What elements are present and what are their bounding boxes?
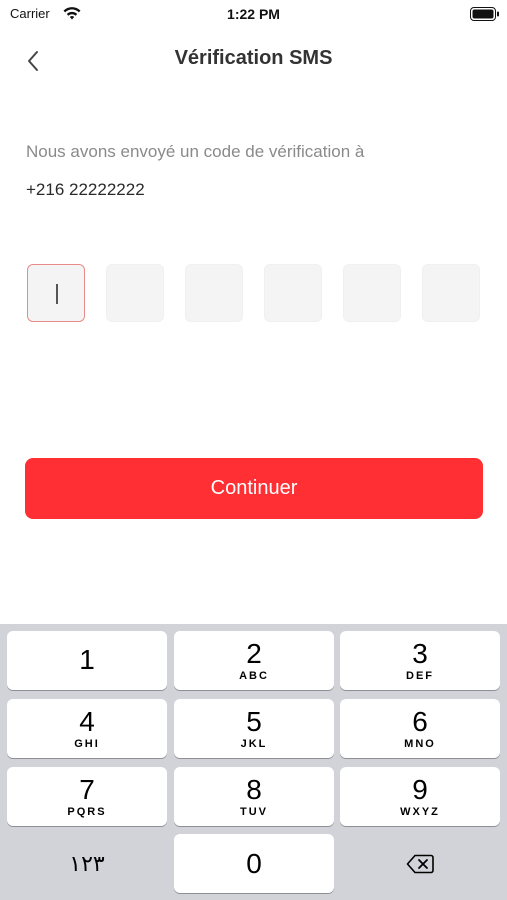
key-letters: JKL: [240, 737, 268, 750]
key-3[interactable]: 3 DEF: [340, 631, 500, 690]
page-title: Vérification SMS: [174, 47, 333, 69]
key-delete[interactable]: [340, 834, 500, 893]
key-1[interactable]: 1: [7, 631, 167, 690]
code-digit-1[interactable]: [27, 264, 85, 322]
key-number: 4: [79, 705, 95, 737]
key-number: 0: [246, 847, 262, 879]
key-letters: MNO: [404, 737, 436, 750]
battery-icon: [470, 7, 499, 21]
key-letters: WXYZ: [400, 805, 440, 818]
mode-switch-label: ١٢٣: [69, 850, 105, 876]
code-digit-4[interactable]: [264, 264, 322, 322]
key-5[interactable]: 5 JKL: [174, 699, 334, 758]
key-6[interactable]: 6 MNO: [340, 699, 500, 758]
key-0[interactable]: 0: [174, 834, 334, 893]
key-7[interactable]: 7 PQRS: [7, 767, 167, 826]
nav-bar: Vérification SMS: [0, 40, 507, 80]
key-4[interactable]: 4 GHI: [7, 699, 167, 758]
numeric-keyboard: 1 2 ABC 3 DEF 4 GHI 5 JKL 6 MNO 7 PQRS 8…: [0, 624, 507, 900]
key-letters: TUV: [240, 805, 268, 818]
backspace-icon: [406, 854, 434, 873]
code-digit-3[interactable]: [185, 264, 243, 322]
key-number: 6: [412, 705, 428, 737]
key-number: 2: [246, 637, 262, 669]
key-letters: GHI: [74, 737, 100, 750]
instruction-text: Nous avons envoyé un code de vérificatio…: [26, 142, 365, 161]
key-number: 3: [412, 637, 428, 669]
code-digit-2[interactable]: [106, 264, 164, 322]
code-input-row: [27, 264, 482, 324]
key-9[interactable]: 9 WXYZ: [340, 767, 500, 826]
phone-number: +216 22222222: [26, 180, 145, 199]
key-letters: ABC: [239, 669, 269, 682]
code-digit-5[interactable]: [343, 264, 401, 322]
key-mode-switch[interactable]: ١٢٣: [7, 834, 167, 893]
key-number: 5: [246, 705, 262, 737]
key-number: 9: [412, 773, 428, 805]
text-cursor: [56, 284, 58, 304]
key-letters: DEF: [406, 669, 434, 682]
status-time: 1:22 PM: [227, 6, 280, 22]
key-number: 7: [79, 773, 95, 805]
key-2[interactable]: 2 ABC: [174, 631, 334, 690]
key-number: 1: [79, 643, 95, 675]
key-number: 8: [246, 773, 262, 805]
status-bar: Carrier 1:22 PM: [0, 0, 507, 30]
continue-button[interactable]: Continuer: [25, 458, 483, 519]
key-letters: PQRS: [67, 805, 107, 818]
code-digit-6[interactable]: [422, 264, 480, 322]
key-8[interactable]: 8 TUV: [174, 767, 334, 826]
